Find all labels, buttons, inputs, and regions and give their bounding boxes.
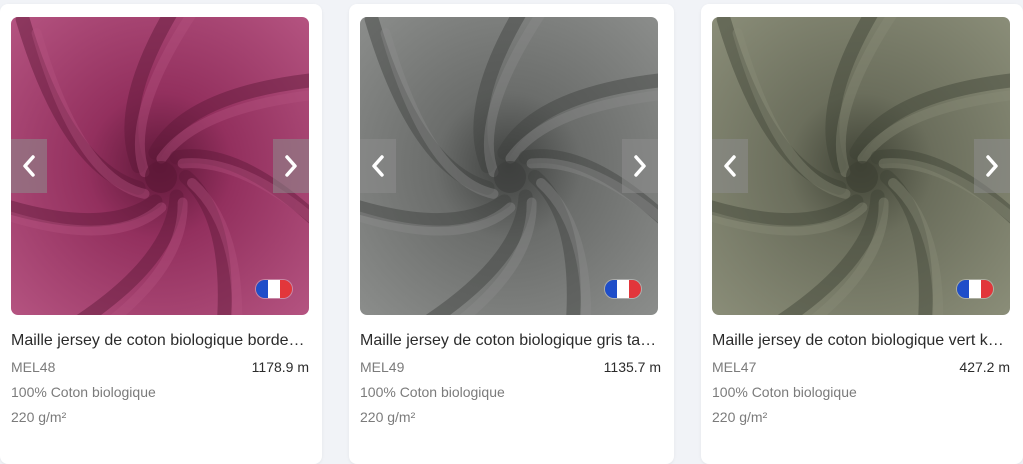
product-card[interactable]: Maille jersey de coton biologique borde…… bbox=[0, 4, 322, 464]
next-image-button[interactable] bbox=[974, 139, 1010, 193]
chevron-left-icon bbox=[372, 155, 384, 177]
next-image-button[interactable] bbox=[273, 139, 309, 193]
chevron-right-icon bbox=[634, 155, 646, 177]
product-image[interactable] bbox=[360, 17, 658, 315]
product-stock-length: 1135.7 m bbox=[603, 359, 661, 375]
next-image-button[interactable] bbox=[622, 139, 658, 193]
product-card[interactable]: Maille jersey de coton biologique vert k… bbox=[701, 4, 1023, 464]
product-image[interactable] bbox=[11, 17, 309, 315]
product-composition: 100% Coton biologique bbox=[712, 384, 857, 400]
product-image[interactable] bbox=[712, 17, 1010, 315]
fabric-photo bbox=[360, 17, 658, 315]
product-composition: 100% Coton biologique bbox=[360, 384, 505, 400]
french-flag-icon bbox=[256, 280, 292, 298]
product-card[interactable]: Maille jersey de coton biologique gris t… bbox=[349, 4, 674, 464]
product-composition: 100% Coton biologique bbox=[11, 384, 156, 400]
prev-image-button[interactable] bbox=[360, 139, 396, 193]
fabric-photo bbox=[712, 17, 1010, 315]
product-reference: MEL48 bbox=[11, 359, 56, 375]
prev-image-button[interactable] bbox=[11, 139, 47, 193]
product-reference: MEL47 bbox=[712, 359, 757, 375]
product-reference: MEL49 bbox=[360, 359, 405, 375]
product-title[interactable]: Maille jersey de coton biologique gris t… bbox=[360, 332, 660, 350]
chevron-right-icon bbox=[285, 155, 297, 177]
product-stock-length: 427.2 m bbox=[959, 359, 1010, 375]
product-title[interactable]: Maille jersey de coton biologique borde… bbox=[11, 332, 311, 350]
fabric-photo bbox=[11, 17, 309, 315]
french-flag-icon bbox=[957, 280, 993, 298]
product-title[interactable]: Maille jersey de coton biologique vert k… bbox=[712, 332, 1012, 350]
chevron-left-icon bbox=[23, 155, 35, 177]
product-weight: 220 g/m² bbox=[360, 409, 416, 425]
chevron-left-icon bbox=[724, 155, 736, 177]
chevron-right-icon bbox=[986, 155, 998, 177]
product-stock-length: 1178.9 m bbox=[251, 359, 309, 375]
prev-image-button[interactable] bbox=[712, 139, 748, 193]
product-weight: 220 g/m² bbox=[11, 409, 67, 425]
french-flag-icon bbox=[605, 280, 641, 298]
product-weight: 220 g/m² bbox=[712, 409, 768, 425]
